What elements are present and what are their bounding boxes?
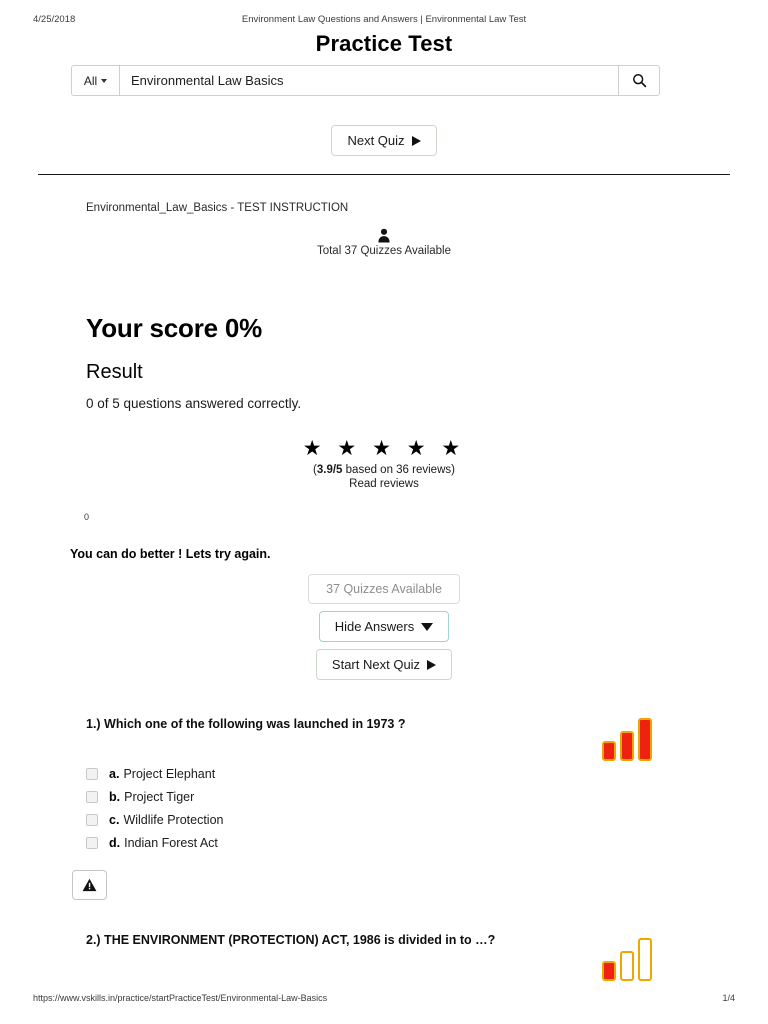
encouragement-message: You can do better ! Lets try again. xyxy=(70,547,271,561)
hide-answers-button[interactable]: Hide Answers xyxy=(318,611,450,642)
next-quiz-button[interactable]: Next Quiz xyxy=(331,125,437,156)
section-divider xyxy=(38,174,730,175)
rating-block: ★ ★ ★ ★ ★ (3.9/5 based on 36 reviews) Re… xyxy=(0,437,768,490)
option-label: Indian Forest Act xyxy=(124,835,218,850)
next-quiz-top-container: Next Quiz xyxy=(0,125,768,156)
score-heading: Your score 0% xyxy=(86,313,263,343)
start-next-quiz-label: Start Next Quiz xyxy=(331,657,421,672)
search-button[interactable] xyxy=(619,65,660,96)
option-checkbox[interactable] xyxy=(86,767,98,780)
print-footer: https://www.vskills.in/practice/startPra… xyxy=(0,993,768,1007)
search-bar: All xyxy=(71,65,660,96)
footer-page-number: 1/4 xyxy=(722,993,735,1003)
next-quiz-label: Next Quiz xyxy=(347,133,405,148)
start-next-quiz-button[interactable]: Start Next Quiz xyxy=(315,649,453,680)
page-title: Practice Test xyxy=(315,31,453,56)
option-row[interactable]: b. Project Tiger xyxy=(86,785,223,808)
option-label: Wildlife Protection xyxy=(123,812,224,827)
play-triangle-icon xyxy=(427,659,437,670)
read-reviews-link[interactable]: Read reviews xyxy=(0,478,768,490)
question-text: 1.) Which one of the following was launc… xyxy=(86,717,406,731)
result-heading: Result xyxy=(86,361,143,383)
quizzes-available-button[interactable]: 37 Quizzes Available xyxy=(308,574,460,604)
option-letter: b. xyxy=(109,789,121,804)
action-button-group: 37 Quizzes Available Hide Answers Start … xyxy=(0,574,768,680)
option-label: Project Tiger xyxy=(124,789,195,804)
option-row[interactable]: d. Indian Forest Act xyxy=(86,831,223,854)
report-question-button[interactable] xyxy=(72,870,107,900)
question-options: a. Project Elephant b. Project Tiger c. … xyxy=(86,762,223,854)
search-scope-dropdown[interactable]: All xyxy=(71,65,120,96)
warning-triangle-icon xyxy=(82,878,97,892)
search-scope-label: All xyxy=(83,73,98,88)
option-row[interactable]: c. Wildlife Protection xyxy=(86,808,223,831)
star-rating-icons: ★ ★ ★ ★ ★ xyxy=(302,437,466,460)
chevron-down-icon xyxy=(421,622,434,631)
option-letter: c. xyxy=(109,812,120,827)
option-checkbox[interactable] xyxy=(86,836,98,849)
quiz-meta: Total 37 Quizzes Available xyxy=(0,228,768,257)
quizzes-available-label: 37 Quizzes Available xyxy=(326,582,442,596)
document-title: Environment Law Questions and Answers | … xyxy=(241,14,527,25)
rating-summary: (3.9/5 based on 36 reviews) xyxy=(0,464,768,476)
option-row[interactable]: a. Project Elephant xyxy=(86,762,223,785)
person-icon xyxy=(378,228,390,243)
option-checkbox[interactable] xyxy=(86,813,98,826)
search-icon xyxy=(632,74,646,88)
result-detail: 0 of 5 questions answered correctly. xyxy=(86,396,302,411)
question-text: 2.) THE ENVIRONMENT (PROTECTION) ACT, 19… xyxy=(86,933,496,947)
option-letter: d. xyxy=(109,835,121,850)
rating-suffix: based on 36 reviews) xyxy=(342,464,455,477)
rating-score: 3.9/5 xyxy=(316,464,343,477)
score-axis-zero-label: 0 xyxy=(84,512,90,522)
footer-url: https://www.vskills.in/practice/startPra… xyxy=(33,993,328,1003)
option-checkbox[interactable] xyxy=(86,790,98,803)
play-triangle-icon xyxy=(411,135,421,146)
option-letter: a. xyxy=(109,766,120,781)
question-2-difficulty-bars xyxy=(602,938,652,981)
hide-answers-label: Hide Answers xyxy=(334,619,415,634)
question-1-difficulty-bars xyxy=(602,718,652,761)
total-quizzes-label: Total 37 Quizzes Available xyxy=(316,245,452,257)
chevron-down-icon xyxy=(101,78,108,83)
option-label: Project Elephant xyxy=(123,766,216,781)
test-instruction-text: Environmental_Law_Basics - TEST INSTRUCT… xyxy=(86,202,349,214)
search-input[interactable] xyxy=(120,65,619,96)
print-header: 4/25/2018 Environment Law Questions and … xyxy=(0,14,768,28)
